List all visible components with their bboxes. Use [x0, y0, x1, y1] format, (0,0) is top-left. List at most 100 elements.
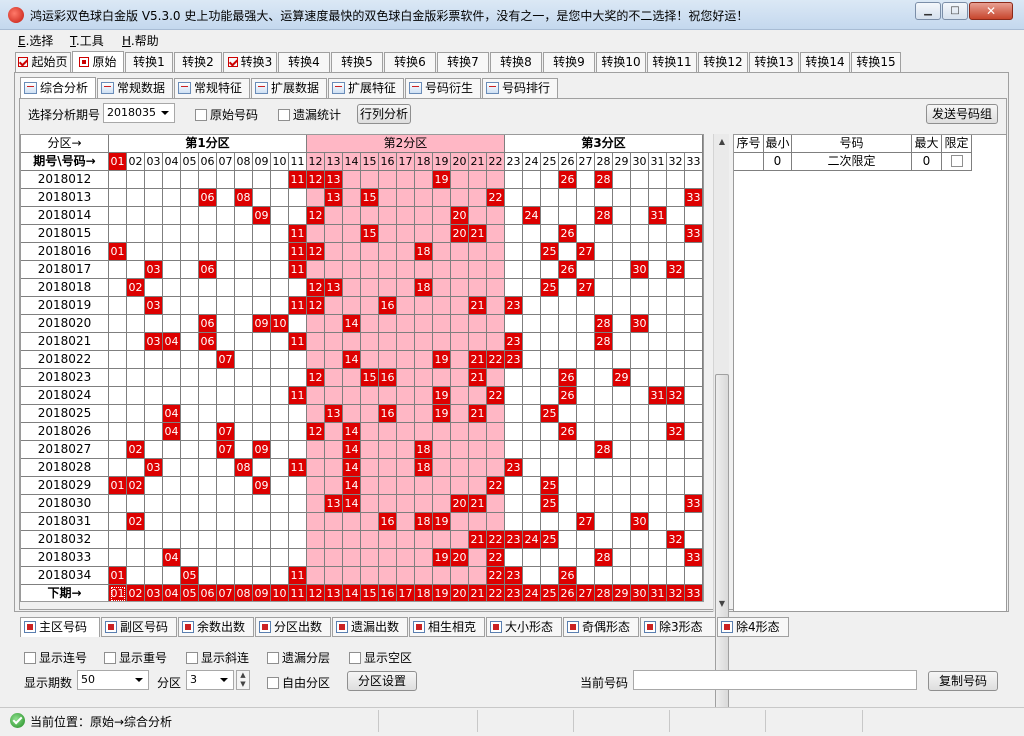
tab-transform-14[interactable]: 转换14 [800, 52, 850, 72]
empty-cell[interactable] [577, 387, 595, 405]
empty-cell[interactable] [397, 333, 415, 351]
tab-odd-even[interactable]: 奇偶形态 [563, 617, 639, 637]
empty-cell[interactable] [253, 549, 271, 567]
empty-cell[interactable] [613, 549, 631, 567]
empty-cell[interactable] [397, 243, 415, 261]
empty-cell[interactable] [109, 333, 127, 351]
empty-cell[interactable] [433, 441, 451, 459]
empty-cell[interactable] [505, 171, 523, 189]
empty-cell[interactable] [289, 495, 307, 513]
empty-cell[interactable] [577, 567, 595, 585]
hit-number-cell[interactable]: 12 [307, 369, 325, 387]
empty-cell[interactable] [505, 225, 523, 243]
empty-cell[interactable] [631, 477, 649, 495]
empty-cell[interactable] [361, 297, 379, 315]
empty-cell[interactable] [145, 387, 163, 405]
hit-number-cell[interactable]: 09 [253, 315, 271, 333]
empty-cell[interactable] [487, 207, 505, 225]
next-number-cell[interactable]: 22 [487, 585, 505, 601]
empty-cell[interactable] [649, 423, 667, 441]
empty-cell[interactable] [109, 225, 127, 243]
empty-cell[interactable] [613, 297, 631, 315]
empty-cell[interactable] [361, 387, 379, 405]
empty-cell[interactable] [541, 171, 559, 189]
menu-help[interactable]: H.帮助 [122, 32, 159, 49]
empty-cell[interactable] [271, 459, 289, 477]
empty-cell[interactable] [271, 279, 289, 297]
empty-cell[interactable] [199, 279, 217, 297]
hit-number-cell[interactable]: 25 [541, 405, 559, 423]
empty-cell[interactable] [163, 207, 181, 225]
empty-cell[interactable] [469, 549, 487, 567]
hit-number-cell[interactable]: 14 [343, 441, 361, 459]
empty-cell[interactable] [397, 405, 415, 423]
number-header-cell[interactable]: 08 [235, 153, 253, 171]
empty-cell[interactable] [271, 333, 289, 351]
hit-number-cell[interactable]: 15 [361, 225, 379, 243]
number-header-cell[interactable]: 12 [307, 153, 325, 171]
empty-cell[interactable] [631, 567, 649, 585]
hit-number-cell[interactable]: 31 [649, 387, 667, 405]
tab-transform-13[interactable]: 转换13 [749, 52, 799, 72]
empty-cell[interactable] [127, 207, 145, 225]
empty-cell[interactable] [667, 315, 685, 333]
empty-cell[interactable] [631, 459, 649, 477]
empty-cell[interactable] [505, 207, 523, 225]
empty-cell[interactable] [595, 387, 613, 405]
empty-cell[interactable] [595, 189, 613, 207]
empty-cell[interactable] [595, 531, 613, 549]
empty-cell[interactable] [649, 495, 667, 513]
empty-cell[interactable] [163, 171, 181, 189]
empty-cell[interactable] [325, 261, 343, 279]
empty-cell[interactable] [271, 477, 289, 495]
empty-cell[interactable] [685, 171, 703, 189]
empty-cell[interactable] [199, 423, 217, 441]
hit-number-cell[interactable]: 32 [667, 423, 685, 441]
empty-cell[interactable] [163, 279, 181, 297]
empty-cell[interactable] [577, 189, 595, 207]
empty-cell[interactable] [163, 261, 181, 279]
empty-cell[interactable] [667, 441, 685, 459]
empty-cell[interactable] [685, 387, 703, 405]
empty-cell[interactable] [577, 369, 595, 387]
empty-cell[interactable] [289, 405, 307, 423]
hit-number-cell[interactable]: 09 [253, 207, 271, 225]
empty-cell[interactable] [127, 423, 145, 441]
empty-cell[interactable] [541, 441, 559, 459]
empty-cell[interactable] [397, 459, 415, 477]
empty-cell[interactable] [433, 297, 451, 315]
empty-cell[interactable] [667, 171, 685, 189]
empty-cell[interactable] [631, 495, 649, 513]
empty-cell[interactable] [451, 279, 469, 297]
empty-cell[interactable] [379, 495, 397, 513]
hit-number-cell[interactable]: 12 [307, 171, 325, 189]
empty-cell[interactable] [613, 351, 631, 369]
hit-number-cell[interactable]: 19 [433, 513, 451, 531]
empty-cell[interactable] [379, 243, 397, 261]
empty-cell[interactable] [577, 207, 595, 225]
empty-cell[interactable] [577, 459, 595, 477]
empty-cell[interactable] [433, 279, 451, 297]
empty-cell[interactable] [613, 279, 631, 297]
number-header-cell[interactable]: 06 [199, 153, 217, 171]
tab-comprehensive-analysis[interactable]: 综合分析 [20, 77, 96, 98]
empty-cell[interactable] [487, 441, 505, 459]
empty-cell[interactable] [145, 225, 163, 243]
next-number-cell[interactable]: 29 [613, 585, 631, 601]
empty-cell[interactable] [217, 333, 235, 351]
empty-cell[interactable] [199, 387, 217, 405]
empty-cell[interactable] [667, 297, 685, 315]
empty-cell[interactable] [451, 261, 469, 279]
empty-cell[interactable] [559, 477, 577, 495]
empty-cell[interactable] [667, 207, 685, 225]
number-header-cell[interactable]: 13 [325, 153, 343, 171]
missing-layer-checkbox[interactable]: 遗漏分层 [267, 649, 330, 666]
hit-number-cell[interactable]: 23 [505, 351, 523, 369]
tab-mutual[interactable]: 相生相克 [409, 617, 485, 637]
empty-cell[interactable] [595, 369, 613, 387]
empty-cell[interactable] [217, 387, 235, 405]
empty-cell[interactable] [253, 243, 271, 261]
empty-cell[interactable] [469, 423, 487, 441]
empty-cell[interactable] [307, 333, 325, 351]
empty-cell[interactable] [109, 207, 127, 225]
